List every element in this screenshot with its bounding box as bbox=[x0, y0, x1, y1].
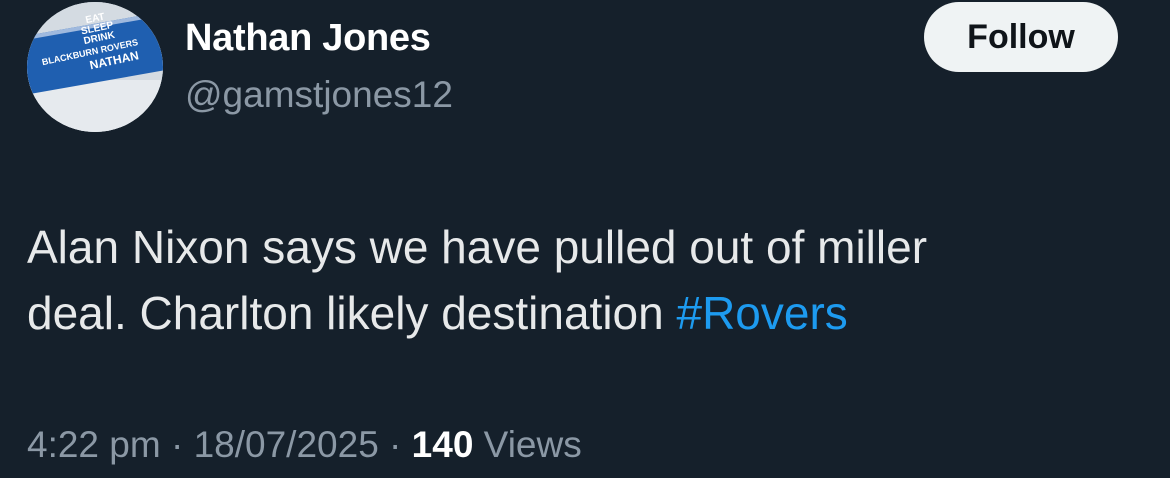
tweet-text-line-1: Alan Nixon says we have pulled out of mi… bbox=[27, 221, 928, 273]
follow-button[interactable]: Follow bbox=[924, 2, 1118, 72]
views-count[interactable]: 140 bbox=[412, 424, 474, 465]
tweet-text: Alan Nixon says we have pulled out of mi… bbox=[27, 214, 1147, 346]
tweet-text-line-2: deal. Charlton likely destination bbox=[27, 287, 677, 339]
meta-separator: · bbox=[378, 424, 412, 465]
views-label[interactable]: Views bbox=[473, 424, 582, 465]
avatar[interactable]: EAT SLEEP DRINK BLACKBURN ROVERS NATHAN bbox=[27, 2, 163, 132]
author-handle[interactable]: @gamstjones12 bbox=[185, 73, 453, 117]
meta-separator: · bbox=[160, 424, 194, 465]
author-name[interactable]: Nathan Jones bbox=[185, 16, 431, 60]
tweet-meta: 4:22 pm · 18/07/2025 · 140 Views bbox=[27, 421, 582, 469]
avatar-image: EAT SLEEP DRINK BLACKBURN ROVERS NATHAN bbox=[27, 2, 163, 132]
tweet-time[interactable]: 4:22 pm bbox=[27, 424, 161, 465]
hashtag-link[interactable]: #Rovers bbox=[676, 287, 847, 339]
tweet-date[interactable]: 18/07/2025 bbox=[194, 424, 379, 465]
